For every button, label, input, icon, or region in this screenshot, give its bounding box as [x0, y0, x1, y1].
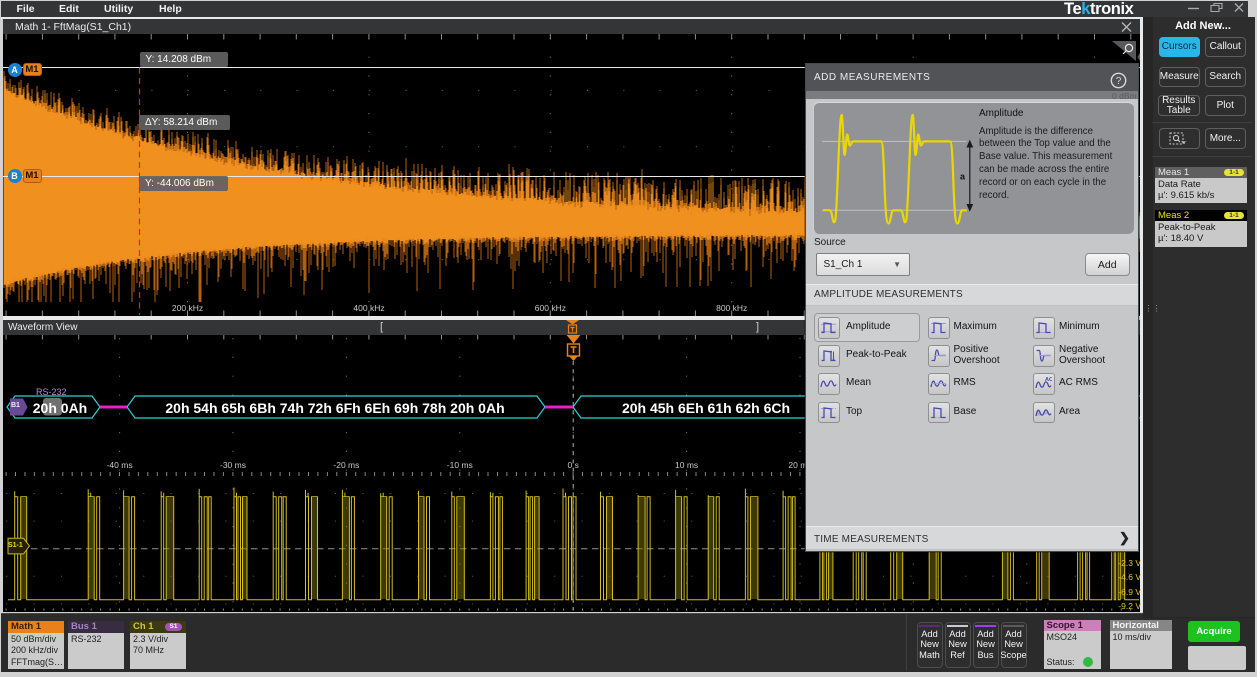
- svg-text:a: a: [959, 172, 965, 182]
- svg-text:AC: AC: [1045, 377, 1052, 383]
- svg-text:?: ?: [1116, 76, 1122, 87]
